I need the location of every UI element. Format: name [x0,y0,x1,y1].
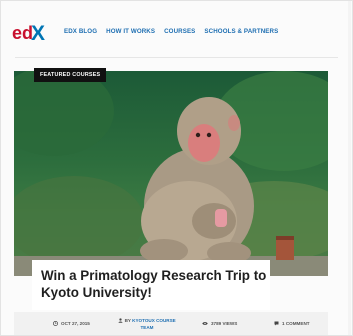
clock-icon [53,321,58,326]
page-frame: ed X EDX BLOG HOW IT WORKS COURSES SCHOO… [0,0,353,336]
post-views-text: 3789 VIEWS [211,321,238,326]
post-views: 3789 VIEWS [202,321,237,326]
author-prefix: BY [124,318,131,323]
post-title[interactable]: Win a Primatology Research Trip to Kyoto… [41,267,267,301]
category-badge[interactable]: FEATURED COURSES [34,68,107,82]
nav-item-schools-partners[interactable]: SCHOOLS & PARTNERS [204,28,278,35]
nav-item-edx-blog[interactable]: EDX BLOG [64,28,97,35]
eye-icon [202,322,208,325]
svg-text:ed: ed [12,23,33,43]
post-comments-text[interactable]: 1 COMMENT [282,321,310,326]
header-divider [15,57,338,58]
nav-item-courses[interactable]: COURSES [164,28,195,35]
edx-logo[interactable]: ed X [12,21,48,43]
nav-item-how-it-works[interactable]: HOW IT WORKS [106,28,155,35]
author-name[interactable]: KYOTOUX COURSE TEAM [132,318,176,330]
post-date: OCT 27, 2015 [53,321,90,326]
post-date-text: OCT 27, 2015 [61,321,90,326]
post-title-card: Win a Primatology Research Trip to Kyoto… [32,260,270,310]
hero-image-monkey[interactable] [14,71,328,276]
site-header: ed X EDX BLOG HOW IT WORKS COURSES SCHOO… [1,1,352,63]
post-comments[interactable]: 1 COMMENT [274,321,310,326]
post-author[interactable]: BY KYOTOUX COURSE TEAM [117,317,177,331]
comment-icon [274,321,279,326]
page-scrollbar[interactable] [348,1,351,335]
user-icon [118,318,123,324]
svg-text:X: X [31,22,45,43]
main-nav: EDX BLOG HOW IT WORKS COURSES SCHOOLS & … [64,28,278,35]
post-meta-bar: OCT 27, 2015 BY KYOTOUX COURSE TEAM 3789… [14,312,328,335]
monkey-photo [14,71,328,276]
